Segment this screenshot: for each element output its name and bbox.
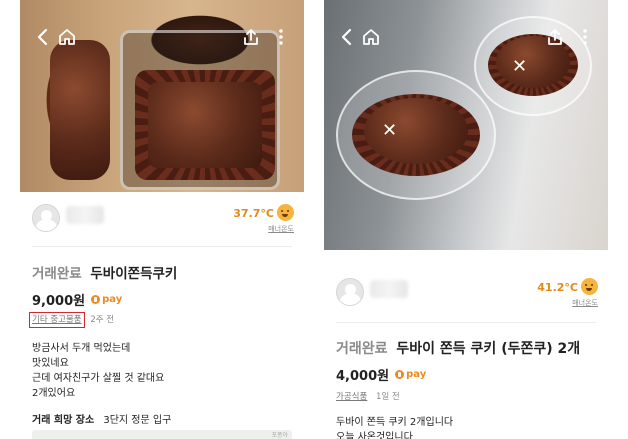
seller-profile[interactable]: 41.2°C 매너온도 (324, 272, 608, 322)
listing-meta: 기타 중고물품 2주 전 (29, 312, 115, 328)
category-link[interactable]: 가공식품 (336, 392, 367, 402)
more-vertical-icon[interactable] (574, 26, 596, 48)
price: 4,000원 (336, 369, 390, 384)
divider (336, 322, 596, 323)
listing-description: 방금사서 두개 먹었는데 맛있네요 근데 여자친구가 살찔 것 같대요 2개있어… (32, 341, 164, 401)
listing-title: 거래완료 두바이 쫀득 쿠키 (두쫀쿠) 2개 (336, 338, 580, 358)
category-link[interactable]: 기타 중고물품 (29, 312, 85, 328)
price-row: 9,000원 pay (32, 290, 122, 309)
manner-temperature: 37.7°C (233, 207, 274, 220)
pay-icon (91, 295, 101, 304)
product-photo[interactable] (20, 0, 304, 192)
sparkle-icon: ✕ (382, 120, 398, 141)
manner-label[interactable]: 매너온도 (572, 298, 598, 308)
pay-label: pay (102, 294, 123, 305)
description-line: 오늘 사온것입니다 (336, 432, 413, 439)
listing-screenshot-left: 37.7°C 매너온도 거래완료 두바이쫀득쿠키 9,000원 pay 기타 중… (20, 0, 304, 439)
avatar[interactable] (32, 204, 60, 232)
posted-time: 1일 전 (375, 392, 400, 402)
pay-icon (395, 370, 405, 379)
seller-nickname-blurred (66, 206, 104, 224)
avatar[interactable] (336, 278, 364, 306)
home-icon[interactable] (360, 26, 382, 48)
more-vertical-icon[interactable] (270, 26, 292, 48)
home-icon[interactable] (56, 26, 78, 48)
cookie-image (148, 82, 262, 168)
pay-badge: pay (91, 294, 122, 305)
pay-label: pay (406, 369, 427, 380)
product-title: 두바이 쫀득 쿠키 (두쫀쿠) 2개 (396, 341, 581, 357)
seller-profile[interactable]: 37.7°C 매너온도 (20, 198, 304, 248)
cookie-image-side (50, 40, 110, 180)
meetup-location: 거래 희망 장소 3단지 정문 입구 (32, 411, 171, 426)
sparkle-icon: ✕ (512, 56, 528, 77)
map-label: 포퐁아 (271, 432, 288, 439)
temperature-face-icon (277, 204, 294, 221)
meetup-value: 3단지 정문 입구 (103, 415, 172, 426)
share-icon[interactable] (544, 26, 566, 48)
description-line: 두바이 쫀득 쿠키 2개입니다 (336, 417, 454, 428)
manner-label[interactable]: 매너온도 (268, 224, 294, 234)
chevron-left-icon[interactable] (32, 26, 54, 48)
posted-time: 2주 전 (90, 315, 115, 325)
description-line: 2개있어요 (32, 388, 76, 399)
price: 9,000원 (32, 294, 86, 309)
listing-title: 거래완료 두바이쫀득쿠키 (32, 262, 177, 282)
meetup-map[interactable]: 포퐁아 (32, 430, 292, 439)
meetup-label: 거래 희망 장소 (32, 415, 95, 426)
manner-temperature: 41.2°C (537, 281, 578, 294)
product-photo[interactable]: ✕ ✕ (324, 0, 608, 250)
trade-status: 거래완료 (32, 266, 82, 282)
listing-description: 두바이 쫀득 쿠키 2개입니다 오늘 사온것입니다 (336, 415, 453, 439)
pay-badge: pay (395, 369, 426, 380)
listing-meta: 가공식품 1일 전 (336, 390, 400, 402)
temperature-face-icon (581, 278, 598, 295)
seller-nickname-blurred (370, 280, 408, 298)
share-icon[interactable] (240, 26, 262, 48)
listing-screenshot-right: ✕ ✕ 41.2°C 매너온도 거래완료 두바이 쫀득 쿠키 (두쫀쿠) 2개 … (324, 0, 608, 439)
description-line: 맛있네요 (32, 358, 69, 369)
description-line: 방금사서 두개 먹었는데 (32, 343, 131, 354)
chevron-left-icon[interactable] (336, 26, 358, 48)
price-row: 4,000원 pay (336, 365, 426, 384)
description-line: 근데 여자친구가 살찔 것 같대요 (32, 373, 165, 384)
divider (32, 246, 292, 247)
cookie-image (364, 98, 468, 164)
trade-status: 거래완료 (336, 341, 388, 357)
product-title: 두바이쫀득쿠키 (90, 266, 178, 282)
